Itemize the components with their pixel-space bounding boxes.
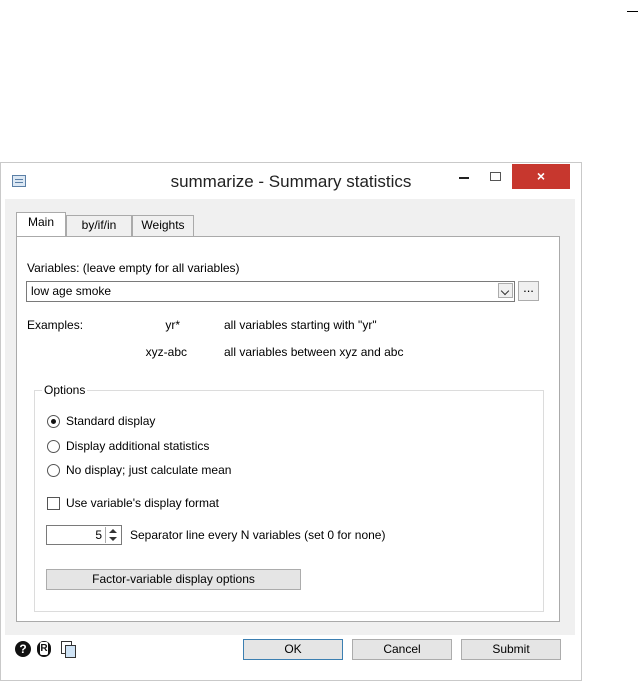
example-pattern: xyz-abc (145, 345, 187, 359)
spinner-up-icon[interactable] (109, 529, 117, 533)
window-title: summarize - Summary statistics (170, 172, 412, 191)
submit-button[interactable]: Submit (461, 639, 561, 660)
standard-display-radio[interactable] (47, 415, 60, 428)
minimize-button[interactable] (455, 163, 475, 190)
additional-statistics-label[interactable]: Display additional statistics (66, 439, 209, 453)
options-legend: Options (42, 383, 88, 397)
example-description: all variables starting with "yr" (224, 318, 377, 332)
no-display-label[interactable]: No display; just calculate mean (66, 463, 231, 477)
help-icon[interactable]: ? (15, 641, 31, 657)
display-format-label[interactable]: Use variable's display format (66, 496, 219, 510)
variables-value: low age smoke (31, 284, 112, 298)
spinner-buttons[interactable] (105, 527, 120, 543)
spinner-down-icon[interactable] (109, 537, 117, 541)
cancel-button[interactable]: Cancel (352, 639, 452, 660)
corner-line (627, 11, 638, 12)
title-bar: summarize - Summary statistics × (1, 163, 581, 200)
tab-by-if-in[interactable]: by/if/in (66, 215, 132, 236)
separator-value: 5 (95, 528, 102, 542)
close-button[interactable]: × (512, 164, 570, 189)
separator-label: Separator line every N variables (set 0 … (130, 528, 386, 542)
example-pattern: yr* (165, 318, 180, 332)
tab-main[interactable]: Main (16, 212, 66, 236)
examples-label: Examples: (27, 318, 84, 332)
maximize-button[interactable] (487, 163, 507, 190)
factor-variable-display-options-button[interactable]: Factor-variable display options (46, 569, 301, 590)
variables-combobox[interactable]: low age smoke (26, 281, 515, 302)
app-icon[interactable] (12, 175, 26, 187)
separator-spinner[interactable]: 5 (46, 525, 122, 545)
standard-display-label[interactable]: Standard display (66, 414, 155, 428)
copy-command-icon[interactable] (61, 641, 76, 658)
tab-weights[interactable]: Weights (132, 215, 194, 236)
ok-button[interactable]: OK (243, 639, 343, 660)
display-format-checkbox[interactable] (47, 497, 60, 510)
example-description: all variables between xyz and abc (224, 345, 404, 359)
additional-statistics-radio[interactable] (47, 440, 60, 453)
chevron-down-icon[interactable] (498, 283, 513, 298)
browse-variables-button[interactable]: ... (518, 281, 539, 301)
variables-label: Variables: (leave empty for all variable… (27, 261, 240, 275)
no-display-radio[interactable] (47, 464, 60, 477)
reset-icon[interactable] (37, 641, 51, 657)
